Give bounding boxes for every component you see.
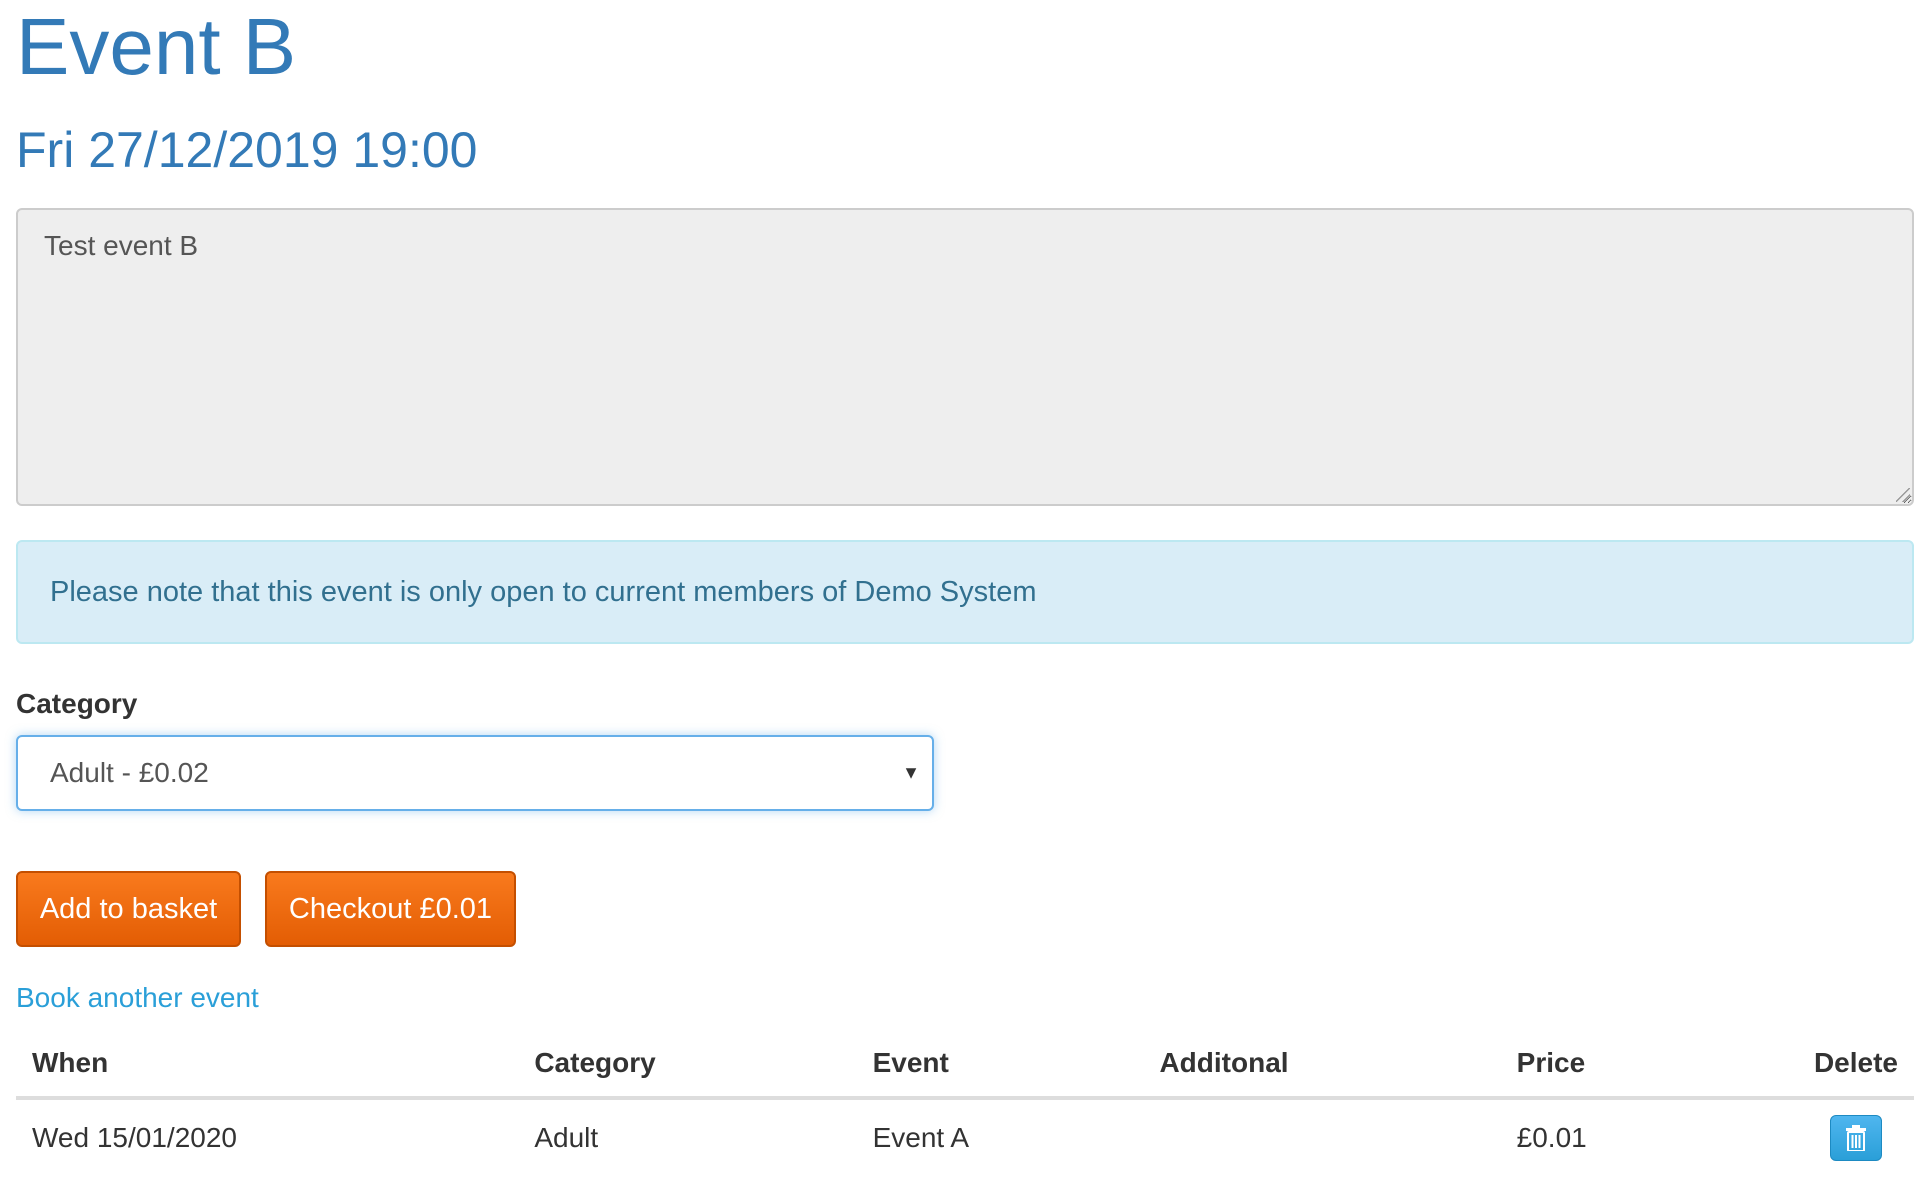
- event-title: Event B: [16, 2, 297, 91]
- event-booking-page: Event B Fri 27/12/2019 19:00 Test event …: [0, 0, 1932, 1188]
- header-category: Category: [518, 1030, 857, 1100]
- event-datetime: Fri 27/12/2019 19:00: [16, 122, 478, 178]
- trash-icon: [1845, 1125, 1866, 1151]
- basket-table: When Category Event Additonal Price Dele…: [16, 1030, 1914, 1176]
- table-row: Wed 15/01/2020 Adult Event A £0.01: [16, 1098, 1914, 1176]
- dropdown-arrow-icon: ▼: [902, 762, 920, 783]
- cell-category: Adult: [534, 1122, 599, 1153]
- delete-item-button[interactable]: [1829, 1115, 1882, 1161]
- checkout-button[interactable]: Checkout £0.01: [265, 871, 516, 947]
- members-only-notice: Please note that this event is only open…: [16, 540, 1914, 644]
- cell-delete: [1798, 1098, 1914, 1176]
- header-event: Event: [856, 1030, 1144, 1100]
- event-description-textarea[interactable]: Test event B: [16, 208, 1914, 506]
- description-container: Test event B: [16, 208, 1914, 506]
- cell-additional: [1143, 1098, 1500, 1176]
- category-selected-value: Adult - £0.02: [50, 757, 209, 788]
- basket-header-row: When Category Event Additonal Price Dele…: [16, 1030, 1914, 1100]
- header-delete: Delete: [1797, 1030, 1914, 1100]
- notice-text: Please note that this event is only open…: [50, 575, 1037, 608]
- category-label: Category: [16, 688, 138, 719]
- add-to-basket-button[interactable]: Add to basket: [16, 871, 241, 947]
- header-price: Price: [1500, 1030, 1798, 1100]
- header-when: When: [16, 1030, 519, 1100]
- cell-price: £0.01: [1516, 1122, 1587, 1153]
- book-another-event-link[interactable]: Book another event: [16, 982, 259, 1014]
- cell-event: Event A: [872, 1122, 970, 1153]
- header-additional: Additonal: [1143, 1030, 1501, 1100]
- cell-when: Wed 15/01/2020: [32, 1122, 237, 1153]
- resize-grip-icon[interactable]: [1896, 488, 1910, 502]
- category-select[interactable]: Adult - £0.02 ▼: [16, 735, 934, 811]
